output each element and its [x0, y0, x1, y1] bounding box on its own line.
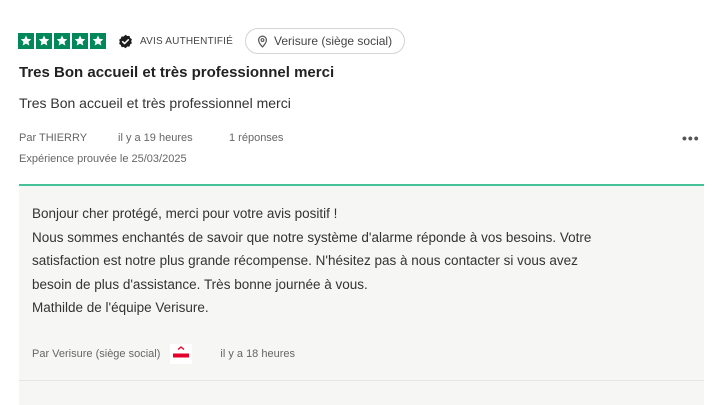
reply-time: il y a 18 heures	[220, 348, 295, 360]
review-header: AVIS AUTHENTIFIÉ Verisure (siège social)	[18, 28, 406, 54]
company-reply: Bonjour cher protégé, merci pour votre a…	[19, 184, 704, 405]
star-icon	[36, 33, 52, 49]
star-icon	[72, 33, 88, 49]
review-body: Tres Bon accueil et très professionnel m…	[19, 95, 291, 111]
replies-count-link[interactable]: 1 réponses	[229, 132, 283, 144]
location-pin-icon	[256, 35, 269, 48]
more-options-button[interactable]: •••	[682, 130, 700, 146]
verisure-logo	[170, 344, 193, 364]
reply-line: satisfaction est notre plus grande récom…	[32, 253, 578, 268]
divider	[19, 380, 704, 381]
star-icon	[90, 33, 106, 49]
verified-label: AVIS AUTHENTIFIÉ	[140, 35, 234, 47]
star-rating	[18, 33, 106, 49]
location-chip[interactable]: Verisure (siège social)	[245, 28, 406, 54]
verified-check-icon	[118, 34, 133, 49]
experience-date: Expérience prouvée le 25/03/2025	[19, 153, 187, 165]
reply-line: Bonjour cher protégé, merci pour votre a…	[32, 206, 338, 221]
reply-author: Par Verisure (siège social)	[32, 348, 161, 360]
review-card: AVIS AUTHENTIFIÉ Verisure (siège social)…	[0, 0, 720, 405]
review-title: Tres Bon accueil et très professionnel m…	[19, 64, 335, 81]
review-meta: Par THIERRY il y a 19 heures 1 réponses	[19, 132, 283, 144]
reply-line: besoin de plus d'assistance. Très bonne …	[32, 276, 368, 292]
reply-text: Bonjour cher protégé, merci pour votre a…	[32, 202, 692, 320]
star-icon	[18, 33, 34, 49]
reply-meta: Par Verisure (siège social) il y a 18 he…	[32, 344, 295, 364]
reply-line: Mathilde de l'équipe Verisure.	[32, 300, 209, 315]
review-time: il y a 19 heures	[118, 132, 193, 144]
review-author: Par THIERRY	[19, 132, 88, 144]
location-label: Verisure (siège social)	[274, 34, 393, 48]
star-icon	[54, 33, 70, 49]
verified-badge: AVIS AUTHENTIFIÉ	[118, 34, 233, 49]
reply-line: Nous sommes enchantés de savoir que notr…	[32, 229, 592, 245]
